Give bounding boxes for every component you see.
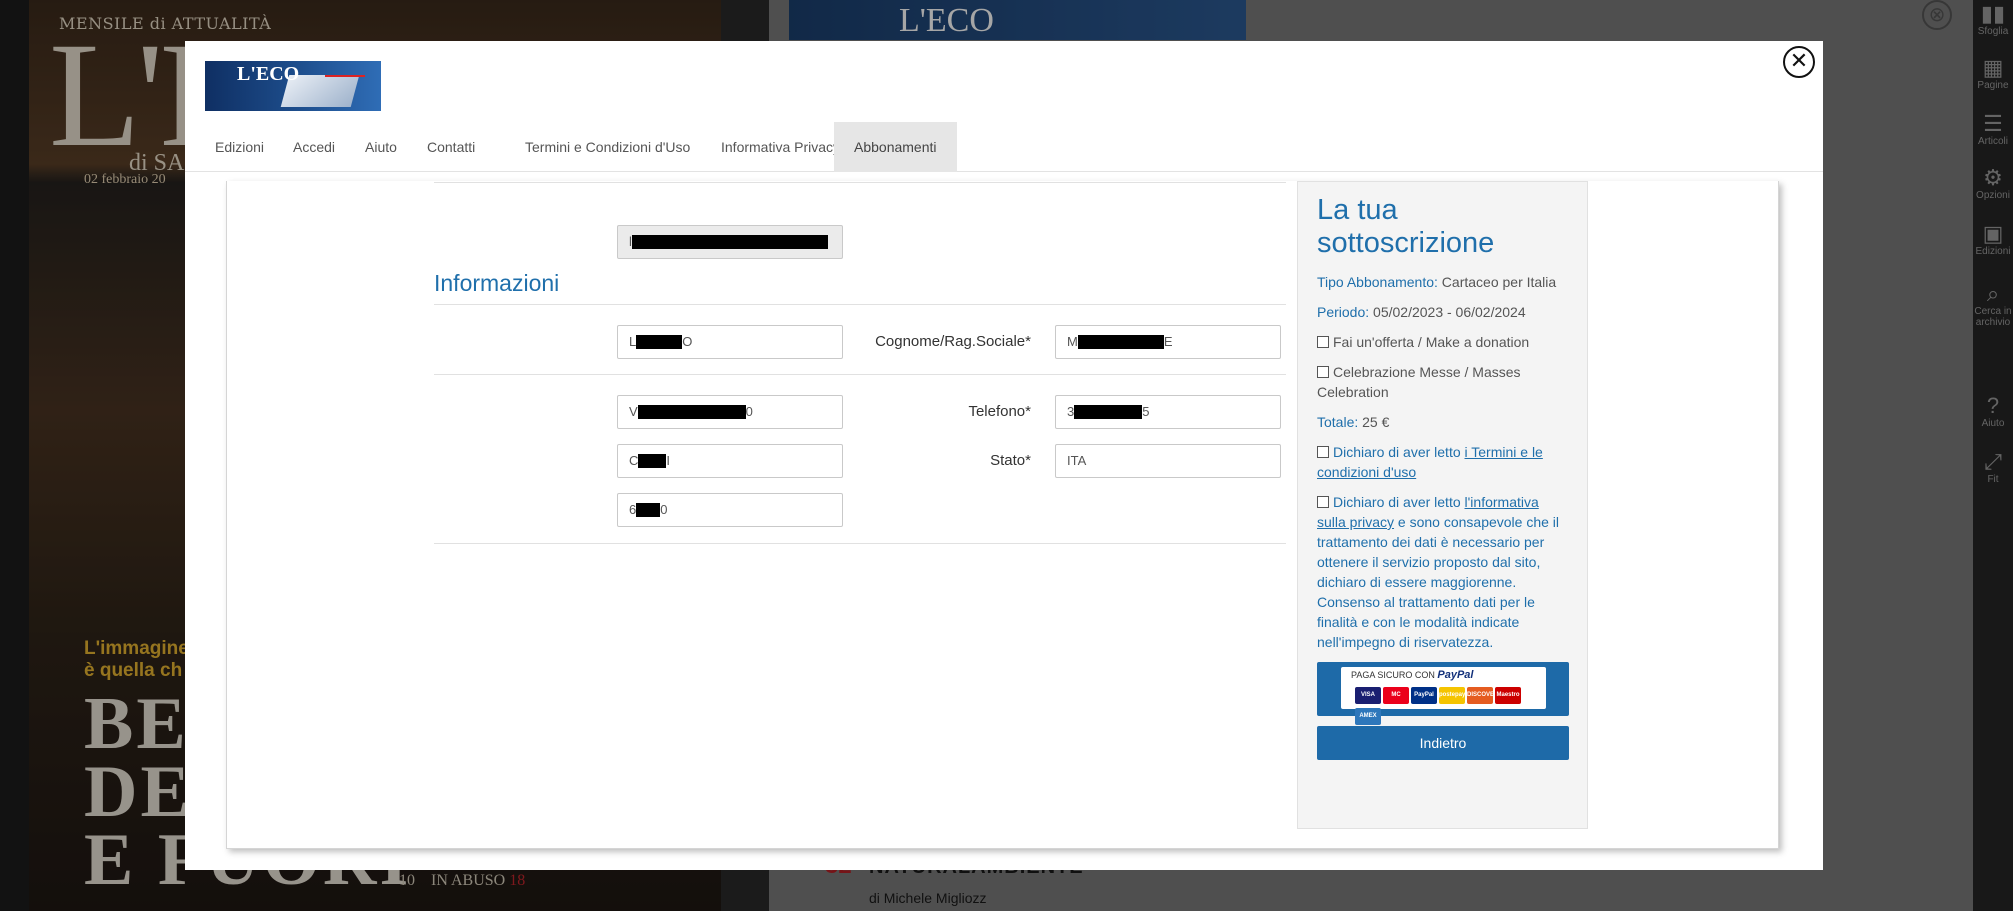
telefono-value-suffix: 5: [1142, 404, 1150, 419]
redaction-bar: [636, 502, 661, 517]
telefono-label: Telefono*: [968, 403, 1031, 420]
summary-title: La tua sottoscrizione: [1317, 194, 1495, 259]
payment-card-icon: Maestro: [1495, 687, 1521, 704]
back-button[interactable]: Indietro: [1317, 726, 1569, 760]
termini-consent: Dichiaro di aver letto i Termini e le co…: [1317, 442, 1568, 482]
redaction-bar: [636, 334, 683, 349]
divider: [434, 182, 1286, 183]
modal-close-icon[interactable]: ✕: [1783, 46, 1815, 78]
section-informazioni: Informazioni: [434, 270, 560, 296]
privacy-post: e sono consapevole che il trattamento de…: [1317, 514, 1560, 650]
indirizzo-value-suffix: 0: [745, 404, 753, 419]
summary-totale-value: 25 €: [1362, 414, 1390, 430]
payment-card-icon: AMEX: [1355, 708, 1381, 725]
citta-value-suffix: I: [666, 453, 671, 468]
stato-field[interactable]: ITA: [1055, 444, 1281, 478]
privacy-consent: Dichiaro di aver letto l'informativa sul…: [1317, 492, 1568, 652]
messe-label: Celebrazione Messe / Masses Celebration: [1317, 364, 1521, 400]
summary-periodo: Periodo: 05/02/2023 - 06/02/2024: [1317, 302, 1568, 322]
nav-edizioni[interactable]: Edizioni: [195, 122, 284, 172]
divider: [434, 543, 1286, 544]
payment-card-icon: MC: [1383, 687, 1409, 704]
offerta-checkbox[interactable]: [1317, 336, 1329, 348]
payment-cards: VISAMCPayPalpostepayDISCOVERMaestro AMEX: [1355, 687, 1546, 729]
cognome-value-suffix: E: [1163, 334, 1173, 349]
privacy-checkbox[interactable]: [1317, 496, 1329, 508]
nome-value-prefix: L: [629, 334, 637, 349]
indirizzo-field[interactable]: V0: [617, 395, 843, 429]
paypal-badge: PAGA SICURO CON PayPal VISA MC PayPal poste…: [1341, 667, 1546, 725]
redaction-bar: [637, 404, 746, 419]
summary-periodo-value: 05/02/2023 - 06/02/2024: [1373, 304, 1526, 320]
cognome-field[interactable]: ME: [1055, 325, 1281, 359]
redaction-bar: [1074, 404, 1143, 419]
offerta-option[interactable]: Fai un'offerta / Make a donation: [1317, 332, 1568, 352]
nome-field[interactable]: LO: [617, 325, 843, 359]
subscription-summary: La tua sottoscrizione Tipo Abbonamento: …: [1297, 181, 1588, 829]
offerta-label: Fai un'offerta / Make a donation: [1333, 334, 1530, 350]
summary-totale-key: Totale:: [1317, 414, 1359, 430]
redaction-bar: [1077, 334, 1164, 349]
email-field[interactable]: l: [617, 225, 843, 259]
messe-option[interactable]: Celebrazione Messe / Masses Celebration: [1317, 362, 1568, 402]
summary-tipo-key: Tipo Abbonamento:: [1317, 274, 1438, 290]
payment-card-icon: DISCOVER: [1467, 687, 1493, 704]
messe-checkbox[interactable]: [1317, 366, 1329, 378]
cognome-label: Cognome/Rag.Sociale*: [875, 333, 1031, 350]
summary-tipo-value: Cartaceo per Italia: [1441, 274, 1557, 290]
payment-card-icon: PayPal: [1411, 687, 1437, 704]
logo-accent: [325, 65, 365, 77]
telefono-value-prefix: 3: [1067, 404, 1075, 419]
nome-value-suffix: O: [682, 334, 693, 349]
divider: [434, 374, 1286, 375]
nav-abbonamenti[interactable]: Abbonamenti: [834, 122, 957, 172]
redaction-bar: [638, 453, 667, 468]
summary-tipo: Tipo Abbonamento: Cartaceo per Italia: [1317, 272, 1568, 292]
redaction-bar: [631, 234, 828, 249]
nav-contatti[interactable]: Contatti: [407, 122, 495, 172]
paypal-caption: PAGA SICURO CON PayPal: [1351, 669, 1473, 681]
summary-periodo-key: Periodo:: [1317, 304, 1370, 320]
divider: [434, 304, 1286, 305]
citta-value-prefix: C: [629, 453, 639, 468]
privacy-pre: Dichiaro di aver letto: [1333, 494, 1465, 510]
stato-label: Stato*: [990, 452, 1031, 469]
payment-card-icon: VISA: [1355, 687, 1381, 704]
subscription-modal: ✕ L'ECO Edizioni Accedi Aiuto Contatti T…: [185, 41, 1823, 870]
main-nav: Edizioni Accedi Aiuto Contatti Termini e…: [185, 122, 1823, 172]
paypal-brand: PayPal: [1437, 669, 1474, 681]
payment-card-icon: postepay: [1439, 687, 1465, 704]
termini-pre: Dichiaro di aver letto: [1333, 444, 1465, 460]
cap-value-prefix: 6: [629, 502, 637, 517]
termini-checkbox[interactable]: [1317, 446, 1329, 458]
citta-field[interactable]: CI: [617, 444, 843, 478]
paypal-button[interactable]: PAGA SICURO CON PayPal VISA MC PayPal poste…: [1317, 662, 1569, 725]
cap-field[interactable]: 60: [617, 493, 843, 527]
nav-accedi[interactable]: Accedi: [273, 122, 355, 172]
indirizzo-value-prefix: V: [629, 404, 638, 419]
logo-text: L'ECO: [237, 63, 300, 85]
cognome-value-prefix: M: [1067, 334, 1078, 349]
nav-termini[interactable]: Termini e Condizioni d'Uso: [505, 122, 710, 172]
summary-totale: Totale: 25 €: [1317, 412, 1568, 432]
cap-value-suffix: 0: [660, 502, 668, 517]
site-logo[interactable]: L'ECO: [205, 61, 381, 111]
telefono-field[interactable]: 35: [1055, 395, 1281, 429]
paypal-text: PAGA SICURO CON: [1351, 670, 1435, 680]
